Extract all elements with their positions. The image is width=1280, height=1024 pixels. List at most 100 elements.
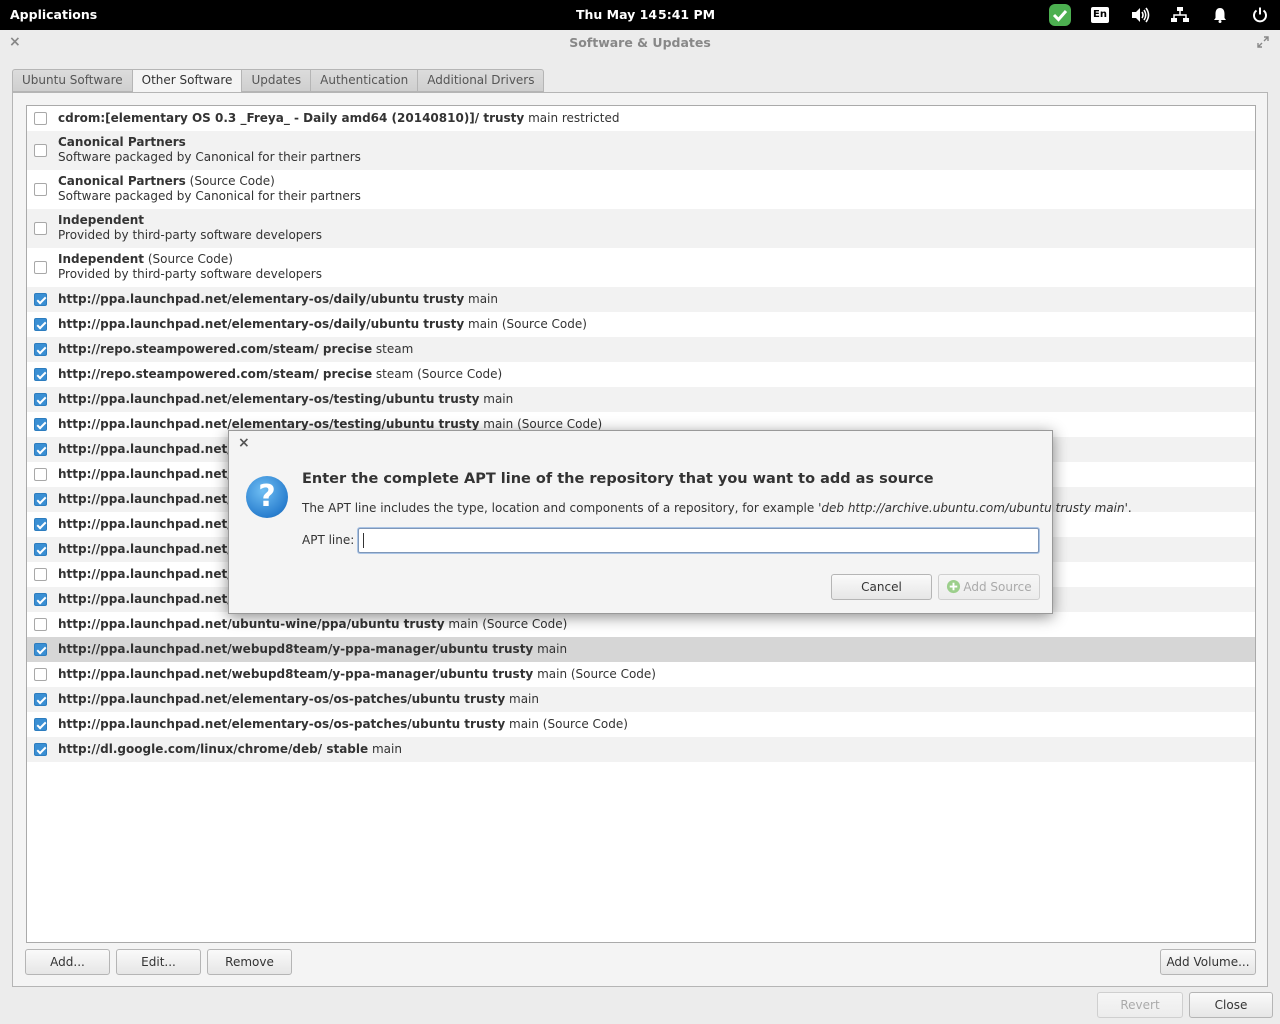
source-checkbox[interactable] xyxy=(34,418,47,431)
source-checkbox[interactable] xyxy=(34,183,47,196)
source-checkbox[interactable] xyxy=(34,368,47,381)
source-checkbox[interactable] xyxy=(34,543,47,556)
shield-check-icon[interactable] xyxy=(1048,3,1072,27)
source-checkbox[interactable] xyxy=(34,718,47,731)
text-cursor xyxy=(363,533,364,548)
list-item[interactable]: http://repo.steampowered.com/steam/ prec… xyxy=(27,362,1255,387)
list-item[interactable]: http://ppa.launchpad.net/elementary-os/d… xyxy=(27,287,1255,312)
source-name: http://repo.steampowered.com/steam/ prec… xyxy=(58,367,373,381)
panel-time[interactable]: 5:41 PM xyxy=(658,7,715,22)
keyboard-layout-icon[interactable]: En xyxy=(1090,6,1110,24)
source-text: http://ppa.launchpad.net/elementary-os/t… xyxy=(58,417,602,431)
edit-button[interactable]: Edit... xyxy=(116,949,201,975)
add-volume-button[interactable]: Add Volume... xyxy=(1160,949,1256,975)
source-description: Software packaged by Canonical for their… xyxy=(58,189,361,203)
source-text: http://ppa.launchpad.net/webupd8team/y-p… xyxy=(58,642,567,656)
source-text: http://ppa.launchpad.net/elementary-os/d… xyxy=(58,317,587,331)
cancel-button[interactable]: Cancel xyxy=(831,574,932,600)
source-checkbox[interactable] xyxy=(34,618,47,631)
tab-updates[interactable]: Updates xyxy=(241,69,311,92)
list-item[interactable]: http://ppa.launchpad.net/elementary-os/o… xyxy=(27,687,1255,712)
remove-button[interactable]: Remove xyxy=(207,949,292,975)
list-item[interactable]: http://ppa.launchpad.net/webupd8team/y-p… xyxy=(27,637,1255,662)
source-text: http://ppa.launchpad.net/elementary-os/o… xyxy=(58,717,628,731)
tab-other-software[interactable]: Other Software xyxy=(131,69,242,93)
tab-additional-drivers[interactable]: Additional Drivers xyxy=(417,69,545,92)
source-text: Canonical Partners xyxy=(58,135,186,149)
source-name: http://ppa.launchpad.net/ste xyxy=(58,467,253,481)
source-checkbox[interactable] xyxy=(34,668,47,681)
power-icon[interactable] xyxy=(1249,5,1271,25)
network-icon[interactable] xyxy=(1169,5,1191,25)
add-source-button[interactable]: Add Source xyxy=(938,574,1040,600)
source-checkbox[interactable] xyxy=(34,593,47,606)
tab-authentication[interactable]: Authentication xyxy=(310,69,418,92)
panel-date[interactable]: Thu May 14 xyxy=(576,7,657,22)
source-text: http://ppa.launchpad.net/ste xyxy=(58,442,253,456)
source-text: http://ppa.launchpad.net/ubuntu-wine/ppa… xyxy=(58,617,567,631)
apt-line-input[interactable] xyxy=(358,528,1039,553)
source-components: main xyxy=(533,642,568,656)
list-item[interactable]: Canonical Partners (Source Code) Software… xyxy=(27,170,1255,209)
list-item[interactable]: http://ppa.launchpad.net/elementary-os/o… xyxy=(27,712,1255,737)
source-components: main (Source Code) xyxy=(533,667,656,681)
source-checkbox[interactable] xyxy=(34,568,47,581)
notification-bell-icon[interactable] xyxy=(1209,5,1231,25)
source-description: Provided by third-party software develop… xyxy=(58,267,322,281)
list-item[interactable]: Independent Provided by third-party softw… xyxy=(27,209,1255,248)
source-checkbox[interactable] xyxy=(34,318,47,331)
tab-bar: Ubuntu Software Other Software Updates A… xyxy=(12,69,545,93)
list-item[interactable]: Canonical Partners Software packaged by C… xyxy=(27,131,1255,170)
source-components: main xyxy=(464,292,498,306)
window-titlebar: × Software & Updates xyxy=(0,30,1280,56)
source-checkbox[interactable] xyxy=(34,343,47,356)
volume-icon[interactable] xyxy=(1129,5,1151,25)
add-button[interactable]: Add... xyxy=(25,949,110,975)
list-item[interactable]: http://repo.steampowered.com/steam/ prec… xyxy=(27,337,1255,362)
dialog-heading: Enter the complete APT line of the repos… xyxy=(302,471,934,487)
source-name: http://ppa.launchpad.net/webupd8team/y-p… xyxy=(58,667,534,681)
list-item[interactable]: cdrom:[elementary OS 0.3 _Freya_ - Daily… xyxy=(27,106,1255,131)
source-checkbox[interactable] xyxy=(34,293,47,306)
source-checkbox[interactable] xyxy=(34,493,47,506)
list-item[interactable]: http://dl.google.com/linux/chrome/deb/ s… xyxy=(27,737,1255,762)
list-item[interactable]: http://ppa.launchpad.net/webupd8team/y-p… xyxy=(27,662,1255,687)
source-text: cdrom:[elementary OS 0.3 _Freya_ - Daily… xyxy=(58,111,619,125)
source-name: http://ppa.launchpad.net/elementary-os/d… xyxy=(58,317,465,331)
source-checkbox[interactable] xyxy=(34,393,47,406)
window-title: Software & Updates xyxy=(569,35,711,50)
source-checkbox[interactable] xyxy=(34,693,47,706)
source-checkbox[interactable] xyxy=(34,261,47,274)
source-text: Independent (Source Code) xyxy=(58,252,233,266)
source-checkbox[interactable] xyxy=(34,468,47,481)
source-checkbox[interactable] xyxy=(34,518,47,531)
source-name: cdrom:[elementary OS 0.3 _Freya_ - Daily… xyxy=(58,111,525,125)
source-checkbox[interactable] xyxy=(34,743,47,756)
source-name: Canonical Partners xyxy=(58,135,186,149)
list-item[interactable]: Independent (Source Code) Provided by thi… xyxy=(27,248,1255,287)
source-checkbox[interactable] xyxy=(34,222,47,235)
source-checkbox[interactable] xyxy=(34,643,47,656)
desc-prefix: The APT line includes the type, location… xyxy=(302,501,822,515)
source-text: Canonical Partners (Source Code) xyxy=(58,174,275,188)
source-checkbox[interactable] xyxy=(34,144,47,157)
source-name: http://ppa.launchpad.net/webupd8team/y-p… xyxy=(58,642,534,656)
list-item[interactable]: http://ppa.launchpad.net/elementary-os/t… xyxy=(27,387,1255,412)
source-components: main (Source Code) xyxy=(479,417,603,431)
list-item[interactable]: http://ppa.launchpad.net/elementary-os/d… xyxy=(27,312,1255,337)
tab-ubuntu-software[interactable]: Ubuntu Software xyxy=(12,69,132,92)
source-checkbox[interactable] xyxy=(34,112,47,125)
source-name: http://ppa.launchpad.net/elementary-os/d… xyxy=(58,292,465,306)
source-components: main (Source Code) xyxy=(444,617,568,631)
close-button[interactable]: Close xyxy=(1189,992,1273,1018)
source-text: http://ppa.launchpad.net/elementary-os/d… xyxy=(58,292,498,306)
top-panel: Applications Thu May 14 5:41 PM En xyxy=(0,0,1280,30)
revert-button[interactable]: Revert xyxy=(1097,992,1183,1018)
source-checkbox[interactable] xyxy=(34,443,47,456)
window-maximize-icon[interactable] xyxy=(1257,36,1269,51)
source-name: Independent xyxy=(58,252,145,266)
applications-menu[interactable]: Applications xyxy=(10,7,97,22)
dialog-close-icon[interactable]: × xyxy=(238,435,250,451)
source-description: Provided by third-party software develop… xyxy=(58,228,322,242)
list-item[interactable]: http://ppa.launchpad.net/ubuntu-wine/ppa… xyxy=(27,612,1255,637)
